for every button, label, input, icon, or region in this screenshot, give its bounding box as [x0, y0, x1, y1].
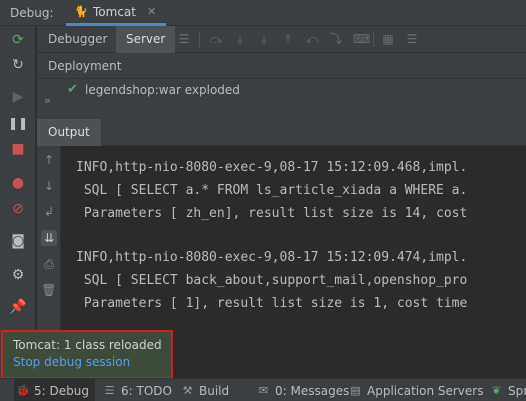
close-icon[interactable]: ✕: [147, 5, 156, 18]
tool-window-debug[interactable]: 🐞 5: Debug: [14, 379, 95, 401]
server-icon: ▤: [350, 384, 361, 397]
menu-icon[interactable]: ☰: [177, 32, 191, 46]
trash-icon[interactable]: 🗑: [41, 282, 57, 298]
tab-output[interactable]: Output: [37, 119, 101, 146]
debug-label: Debug:: [10, 6, 54, 20]
step-over-icon[interactable]: ⤼: [209, 32, 223, 46]
log-line: SQL [ SELECT back_about,support_mail,ope…: [76, 273, 468, 288]
tab-debugger[interactable]: Debugger: [38, 26, 117, 53]
check-icon: ✔: [67, 82, 78, 97]
bug-icon: 🐞: [16, 384, 30, 397]
force-step-into-icon[interactable]: ⤓: [257, 32, 271, 46]
tool-window-build[interactable]: ⚒ Build: [181, 379, 230, 401]
log-line: Parameters [ 1], result list size is 1, …: [76, 296, 468, 311]
settings-icon[interactable]: ⚙: [9, 266, 27, 284]
tool-window-label: 0: Messages: [275, 383, 350, 398]
table-icon[interactable]: ▦: [381, 32, 395, 46]
left-debug-toolbar: ⟳ ↻ ▶ ❚❚ ■ ● ⊘ ◙ ⚙ 📌: [0, 26, 36, 378]
tab-label: Tomcat: [93, 4, 136, 19]
toolbar-separator: [199, 32, 200, 47]
soft-wrap-icon[interactable]: ↲: [41, 204, 57, 220]
tool-window-application-servers[interactable]: ▤ Application Servers: [349, 379, 483, 401]
step-out-icon[interactable]: ⤒: [281, 32, 295, 46]
log-line: SQL [ SELECT a.* FROM ls_article_xiada a…: [76, 183, 468, 198]
log-line: INFO,http-nio-8080-exec-9,08-17 15:12:09…: [76, 160, 468, 175]
scroll-to-end-icon[interactable]: ⇊: [41, 230, 57, 246]
tool-window-todo[interactable]: ☰ 6: TODO: [103, 379, 172, 401]
view-breakpoints-icon[interactable]: ●: [9, 174, 27, 192]
deployment-header: Deployment: [37, 53, 526, 79]
tool-window-spring[interactable]: ❦ Spr: [490, 379, 526, 401]
tab-tomcat[interactable]: 🐈 Tomcat ✕: [66, 0, 167, 26]
log-line: INFO,http-nio-8080-exec-9,08-17 15:12:09…: [76, 250, 468, 265]
down-arrow-icon[interactable]: ↓: [41, 178, 57, 194]
drop-frame-icon[interactable]: ⤺: [305, 32, 319, 46]
list-icon[interactable]: ☰: [405, 32, 419, 46]
output-header: Output: [37, 119, 526, 146]
tool-window-label: Spr: [508, 383, 526, 398]
stop-icon[interactable]: ■: [9, 140, 27, 158]
todo-icon: ☰: [104, 384, 115, 397]
deployment-list: » ✔ legendshop:war exploded: [37, 79, 526, 119]
evaluate-icon[interactable]: ⌨: [353, 32, 370, 46]
deployment-artifact[interactable]: legendshop:war exploded: [85, 83, 240, 97]
restart-icon[interactable]: ↻: [9, 56, 27, 74]
run-to-cursor-icon[interactable]: ⤵: [329, 32, 343, 46]
tool-window-messages[interactable]: ✉ 0: Messages: [257, 379, 349, 401]
tab-server[interactable]: Server: [116, 26, 176, 53]
print-icon[interactable]: ⎙: [41, 256, 57, 272]
messages-icon: ✉: [258, 384, 269, 397]
deployment-label: Deployment: [48, 59, 122, 73]
notification-balloon: Tomcat: 1 class reloaded Stop debug sess…: [1, 330, 173, 379]
tool-window-label: 5: Debug: [34, 383, 89, 398]
debug-tool-window-header: Debug: 🐈 Tomcat ✕: [0, 0, 526, 26]
tool-window-label: 6: TODO: [121, 383, 172, 398]
mute-breakpoints-icon[interactable]: ⊘: [9, 200, 27, 218]
build-icon: ⚒: [182, 384, 193, 397]
tool-window-label: Build: [199, 383, 230, 398]
spring-icon: ❦: [491, 384, 502, 397]
debug-subtabs-bar: Debugger Server ☰ ⤼ ⤓ ⤓ ⤒ ⤺ ⤵ ⌨ ▦ ☰: [37, 26, 526, 53]
resume-icon[interactable]: ▶: [9, 88, 27, 106]
pause-icon[interactable]: ❚❚: [8, 114, 28, 132]
rerun-icon[interactable]: ⟳: [9, 31, 27, 49]
step-into-icon[interactable]: ⤓: [233, 32, 247, 46]
double-chevron-icon[interactable]: »: [44, 94, 51, 107]
tomcat-icon: 🐈: [74, 4, 88, 18]
stop-debug-session-link[interactable]: Stop debug session: [13, 355, 130, 369]
tool-window-bar: 🐞 5: Debug ☰ 6: TODO ⚒ Build ✉ 0: Messag…: [0, 378, 526, 401]
log-line: Parameters [ zh_en], result list size is…: [76, 206, 468, 221]
toolbar-separator: [373, 32, 374, 47]
up-arrow-icon[interactable]: ↑: [41, 152, 57, 168]
tool-window-label: Application Servers: [367, 383, 484, 398]
camera-icon[interactable]: ◙: [9, 232, 27, 250]
notification-title: Tomcat: 1 class reloaded: [13, 338, 162, 352]
pin-icon[interactable]: 📌: [9, 298, 27, 316]
